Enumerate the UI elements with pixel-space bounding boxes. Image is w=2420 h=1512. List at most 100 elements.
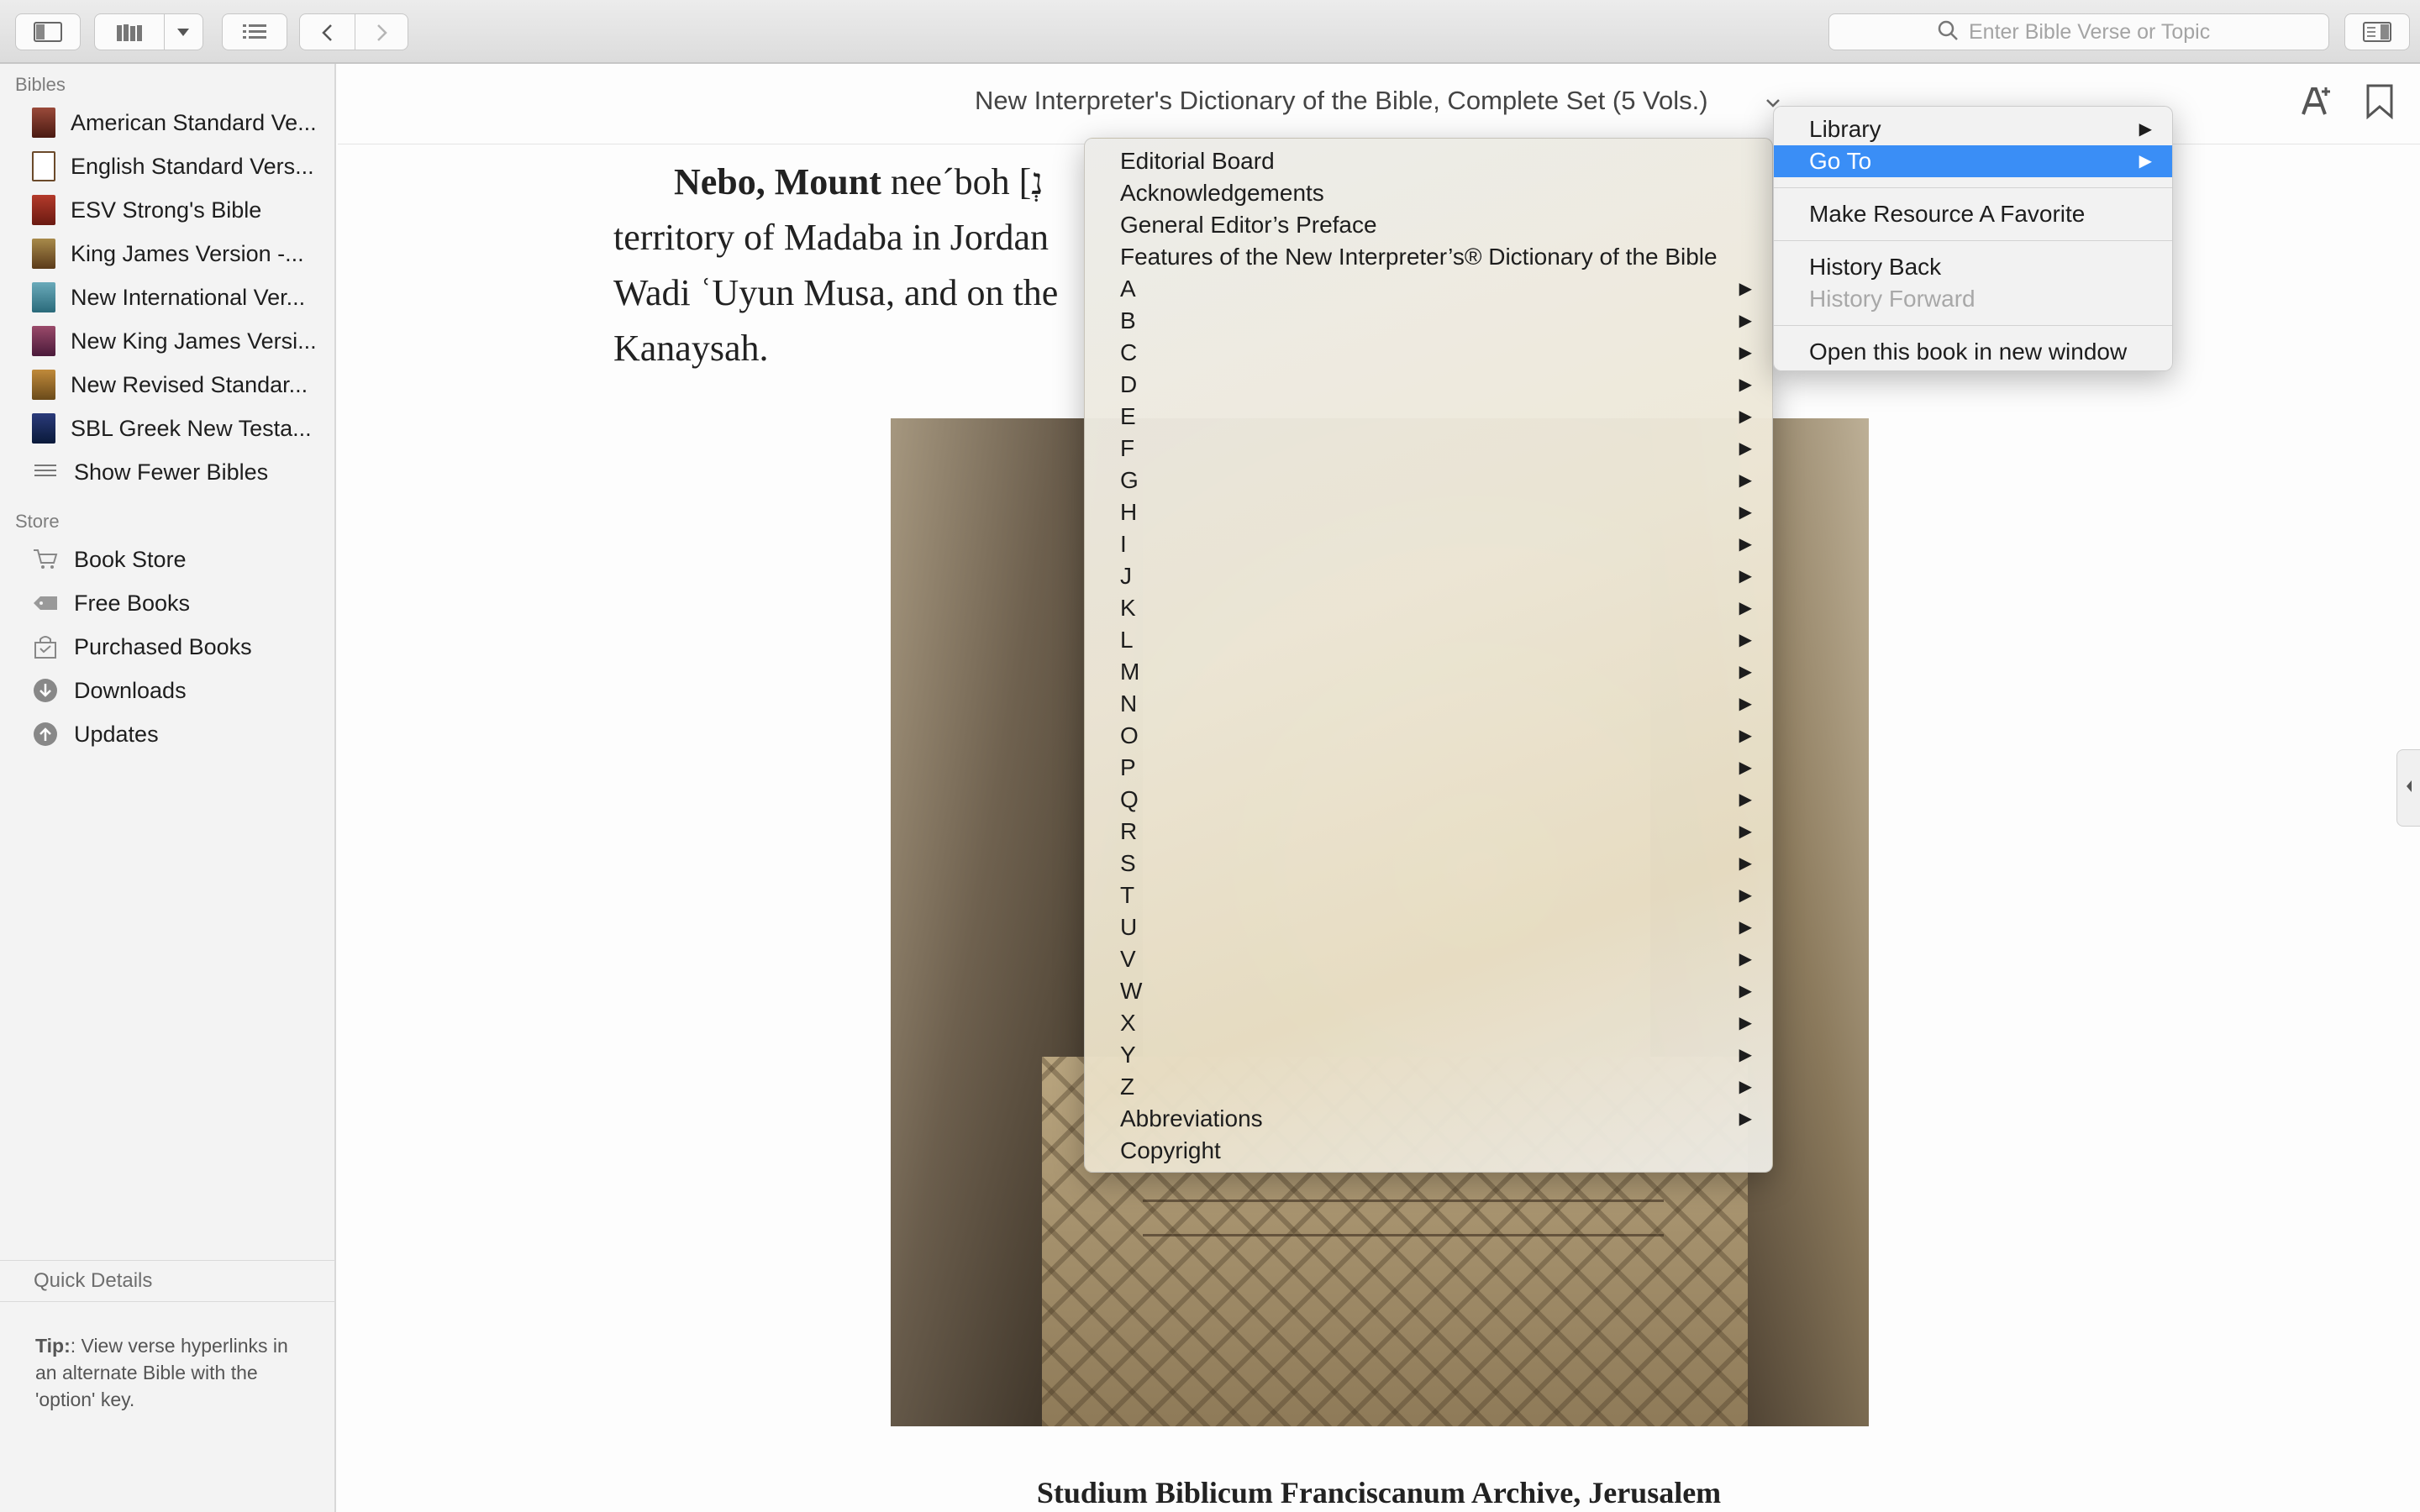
history-nav-group <box>299 13 408 50</box>
menu-item-letter-u[interactable]: U ▶ <box>1085 911 1772 943</box>
bookmark-icon[interactable] <box>2365 84 2395 123</box>
menu-item-letter-t[interactable]: T ▶ <box>1085 879 1772 911</box>
split-view-icon <box>2363 22 2391 42</box>
submenu-arrow-icon: ▶ <box>1739 918 1752 937</box>
menu-separator <box>1774 187 2172 188</box>
sidebar-item-esv-strongs[interactable]: ESV Strong's Bible <box>0 188 334 232</box>
sidebar-toggle-icon <box>34 22 62 42</box>
book-cover-icon <box>32 108 55 138</box>
menu-item-letter-p[interactable]: P ▶ <box>1085 752 1772 784</box>
menu-item-letter-z[interactable]: Z ▶ <box>1085 1071 1772 1103</box>
sidebar-item-purchased-books[interactable]: Purchased Books <box>0 625 334 669</box>
menu-item-general-editors-preface[interactable]: General Editor’s Preface <box>1085 209 1772 241</box>
resource-menu: Library ▶ Go To ▶ Make Resource A Favorite… <box>1773 106 2173 371</box>
sidebar-item-american-standard[interactable]: American Standard Ve... <box>0 101 334 144</box>
forward-arrow-icon[interactable] <box>372 23 391 43</box>
submenu-arrow-icon: ▶ <box>2139 152 2152 171</box>
menu-item-letter-x[interactable]: X ▶ <box>1085 1007 1772 1039</box>
library-button[interactable] <box>94 13 203 50</box>
show-fewer-bibles-button[interactable]: Show Fewer Bibles <box>0 450 334 494</box>
menu-item-letter-f[interactable]: F ▶ <box>1085 433 1772 465</box>
book-cover-icon <box>32 326 55 356</box>
submenu-arrow-icon: ▶ <box>1739 631 1752 649</box>
sidebar-item-book-store[interactable]: Book Store <box>0 538 334 581</box>
book-cover-icon <box>32 413 55 444</box>
menu-item-copyright[interactable]: Copyright <box>1085 1135 1772 1167</box>
menu-item-go-to[interactable]: Go To ▶ <box>1774 145 2172 177</box>
menu-item-letter-v[interactable]: V ▶ <box>1085 943 1772 975</box>
store-section-header: Store <box>15 511 60 532</box>
menu-item-letter-b[interactable]: B ▶ <box>1085 305 1772 337</box>
contents-list-button[interactable] <box>222 13 287 50</box>
menu-item-letter-n[interactable]: N ▶ <box>1085 688 1772 720</box>
submenu-arrow-icon: ▶ <box>1739 982 1752 1000</box>
sidebar-item-new-revised-standard[interactable]: New Revised Standar... <box>0 363 334 407</box>
submenu-arrow-icon: ▶ <box>1739 535 1752 554</box>
sidebar-item-sbl-greek[interactable]: SBL Greek New Testa... <box>0 407 334 450</box>
menu-item-letter-d[interactable]: D ▶ <box>1085 369 1772 401</box>
menu-item-letter-j[interactable]: J ▶ <box>1085 560 1772 592</box>
split-view-button[interactable] <box>2344 13 2410 50</box>
dropdown-arrow-icon[interactable] <box>176 26 191 38</box>
submenu-arrow-icon: ▶ <box>1739 886 1752 905</box>
sidebar-item-english-standard[interactable]: English Standard Vers... <box>0 144 334 188</box>
menu-item-library[interactable]: Library ▶ <box>1774 113 2172 145</box>
book-cover-icon <box>32 195 55 225</box>
book-cover-icon <box>32 239 55 269</box>
menu-item-history-back[interactable]: History Back <box>1774 251 2172 283</box>
bag-icon <box>32 633 59 660</box>
sidebar-item-new-king-james[interactable]: New King James Versi... <box>0 319 334 363</box>
menu-item-letter-c[interactable]: C ▶ <box>1085 337 1772 369</box>
menu-item-editorial-board[interactable]: Editorial Board <box>1085 145 1772 177</box>
quick-details-header[interactable]: Quick Details <box>0 1260 334 1302</box>
search-field[interactable] <box>1828 13 2329 50</box>
article-term: Nebo, Mount <box>674 161 881 202</box>
book-cover-icon <box>32 282 55 312</box>
submenu-arrow-icon: ▶ <box>1739 727 1752 745</box>
menu-item-letter-r[interactable]: R ▶ <box>1085 816 1772 848</box>
menu-item-features[interactable]: Features of the New Interpreter’s® Dicti… <box>1085 241 1772 273</box>
book-cover-icon <box>32 370 55 400</box>
sidebar-item-new-international[interactable]: New International Ver... <box>0 276 334 319</box>
resource-title[interactable]: New Interpreter's Dictionary of the Bibl… <box>975 86 1708 116</box>
menu-separator <box>1774 325 2172 326</box>
menu-item-letter-g[interactable]: G ▶ <box>1085 465 1772 496</box>
sidebar-item-free-books[interactable]: Free Books <box>0 581 334 625</box>
menu-item-letter-k[interactable]: K ▶ <box>1085 592 1772 624</box>
menu-item-letter-a[interactable]: A ▶ <box>1085 273 1772 305</box>
menu-item-letter-e[interactable]: E ▶ <box>1085 401 1772 433</box>
menu-item-letter-l[interactable]: L ▶ <box>1085 624 1772 656</box>
search-icon <box>1937 19 1959 45</box>
submenu-arrow-icon: ▶ <box>1739 1046 1752 1064</box>
menu-item-letter-h[interactable]: H ▶ <box>1085 496 1772 528</box>
tag-icon <box>32 590 59 617</box>
toolbar <box>0 0 2420 64</box>
submenu-arrow-icon: ▶ <box>1739 407 1752 426</box>
menu-item-abbreviations[interactable]: Abbreviations ▶ <box>1085 1103 1772 1135</box>
sidebar-item-king-james[interactable]: King James Version -... <box>0 232 334 276</box>
menu-item-letter-s[interactable]: S ▶ <box>1085 848 1772 879</box>
menu-item-letter-m[interactable]: M ▶ <box>1085 656 1772 688</box>
menu-item-acknowledgements[interactable]: Acknowledgements <box>1085 177 1772 209</box>
menu-item-letter-w[interactable]: W ▶ <box>1085 975 1772 1007</box>
inspector-toggle-tab[interactable] <box>2396 749 2420 827</box>
submenu-arrow-icon: ▶ <box>1739 599 1752 617</box>
menu-item-make-favorite[interactable]: Make Resource A Favorite <box>1774 198 2172 230</box>
menu-item-open-new-window[interactable]: Open this book in new window <box>1774 336 2172 368</box>
menu-item-letter-q[interactable]: Q ▶ <box>1085 784 1772 816</box>
sidebar: Bibles American Standard Ve... English S… <box>0 64 336 1512</box>
submenu-arrow-icon: ▶ <box>1739 854 1752 873</box>
sidebar-item-downloads[interactable]: Downloads <box>0 669 334 712</box>
chevron-left-icon <box>2404 779 2414 798</box>
submenu-arrow-icon: ▶ <box>1739 695 1752 713</box>
menu-item-letter-i[interactable]: I ▶ <box>1085 528 1772 560</box>
goto-submenu: Editorial Board Acknowledgements General… <box>1084 138 1773 1173</box>
sidebar-item-updates[interactable]: Updates <box>0 712 334 756</box>
menu-item-letter-y[interactable]: Y ▶ <box>1085 1039 1772 1071</box>
back-arrow-icon[interactable] <box>318 23 337 43</box>
menu-item-letter-o[interactable]: O ▶ <box>1085 720 1772 752</box>
submenu-arrow-icon: ▶ <box>1739 950 1752 969</box>
font-size-icon[interactable] <box>2301 84 2334 122</box>
search-input[interactable] <box>1969 19 2221 45</box>
sidebar-toggle-button[interactable] <box>15 13 81 50</box>
